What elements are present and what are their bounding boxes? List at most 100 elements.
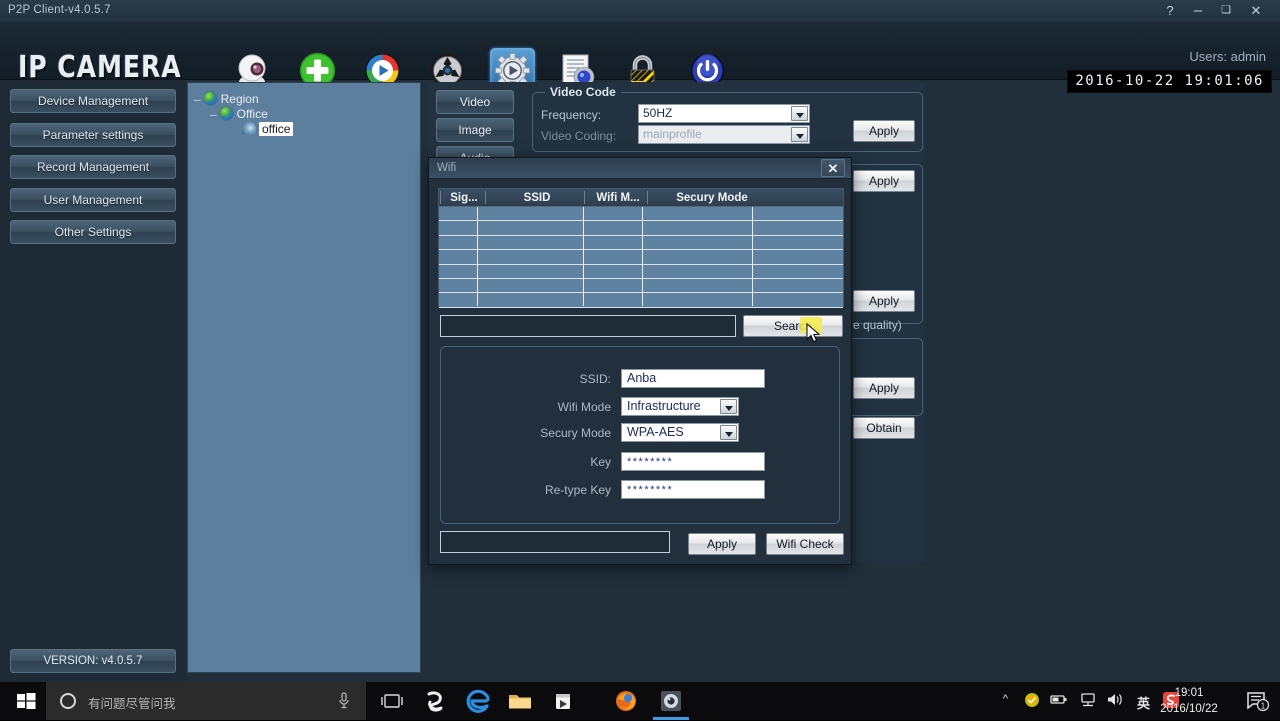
wifi-mode-label: Wifi Mode bbox=[557, 400, 611, 414]
table-row[interactable] bbox=[439, 221, 843, 236]
app-header: IP CAMERA Users: admin 2016-10-22 19:01:… bbox=[0, 22, 1280, 93]
video-coding-select[interactable]: mainprofile bbox=[638, 125, 810, 144]
wifi-apply-button[interactable]: Apply bbox=[688, 533, 756, 555]
table-row[interactable] bbox=[439, 250, 843, 265]
task-view-icon[interactable] bbox=[372, 686, 412, 716]
table-row[interactable] bbox=[439, 235, 843, 251]
wifi-search-button[interactable]: Search bbox=[743, 315, 843, 337]
video-code-apply-button[interactable]: Apply bbox=[853, 120, 915, 142]
wifi-dialog-close-button[interactable]: ✕ bbox=[821, 159, 845, 177]
help-button[interactable]: ? bbox=[1157, 1, 1183, 20]
column-signal[interactable]: Sig... bbox=[443, 192, 485, 204]
wifi-dialog-titlebar: Wifi ✕ bbox=[429, 158, 851, 179]
tree-expander-region[interactable]: – bbox=[194, 93, 201, 106]
notification-center-icon[interactable]: 1 bbox=[1246, 690, 1270, 717]
apply-button-4[interactable]: Apply bbox=[853, 377, 915, 399]
store-icon[interactable] bbox=[543, 686, 583, 716]
security-mode-value: WPA-AES bbox=[627, 425, 684, 439]
windows-taskbar: 有问题尽管问我 ^ 英 19:01 2016/10/22 1 bbox=[0, 682, 1280, 720]
column-wifi-mode[interactable]: Wifi M... bbox=[587, 192, 649, 204]
maximize-button[interactable]: ❑ bbox=[1213, 1, 1239, 20]
security-mode-select[interactable]: WPA-AES bbox=[621, 423, 739, 442]
ssid-input[interactable]: Anba bbox=[621, 369, 765, 388]
globe-icon bbox=[219, 107, 233, 120]
key-input[interactable]: ******** bbox=[621, 452, 765, 471]
wifi-mode-value: Infrastructure bbox=[627, 399, 701, 413]
start-button[interactable] bbox=[6, 686, 46, 716]
sidebar-item-user-management[interactable]: User Management bbox=[10, 188, 176, 212]
volume-icon[interactable] bbox=[1106, 692, 1123, 710]
minimize-button[interactable]: – bbox=[1185, 1, 1211, 20]
microphone-icon[interactable] bbox=[338, 692, 350, 715]
security-mode-label: Secury Mode bbox=[540, 426, 611, 440]
table-row[interactable] bbox=[439, 207, 843, 222]
tree-node-region[interactable]: – Region bbox=[194, 92, 259, 106]
p2p-client-icon[interactable] bbox=[651, 686, 691, 720]
taskbar-clock[interactable]: 19:01 2016/10/22 bbox=[1150, 685, 1228, 717]
battery-icon[interactable] bbox=[1050, 693, 1068, 709]
tab-video[interactable]: Video bbox=[436, 90, 514, 114]
column-ssid[interactable]: SSID bbox=[491, 192, 583, 204]
table-row[interactable] bbox=[439, 293, 843, 308]
camera-device-icon bbox=[242, 122, 256, 135]
show-hidden-icons-chevron-icon[interactable]: ^ bbox=[1003, 693, 1008, 705]
clock-date: 2016/10/22 bbox=[1160, 703, 1218, 715]
cortana-search-box[interactable]: 有问题尽管问我 bbox=[46, 682, 366, 720]
chevron-down-icon[interactable] bbox=[720, 399, 737, 414]
tree-node-office-device[interactable]: office bbox=[242, 122, 294, 136]
tree-node-label: office bbox=[259, 122, 294, 136]
version-label: VERSION: v4.0.5.7 bbox=[10, 649, 176, 673]
sidebar-item-device-management[interactable]: Device Management bbox=[10, 89, 176, 113]
wifi-settings-form: SSID: Anba Wifi Mode Infrastructure Secu… bbox=[440, 346, 840, 524]
tree-node-label: Office bbox=[236, 107, 268, 121]
ssid-label: SSID: bbox=[579, 372, 611, 386]
wifi-search-input[interactable] bbox=[440, 315, 736, 337]
firefox-icon[interactable] bbox=[606, 686, 646, 716]
ime-indicator[interactable]: 英 bbox=[1137, 693, 1150, 712]
column-divider bbox=[752, 207, 753, 306]
application-window: P2P Client-v4.0.5.7 ? – ❑ ✕ IP CAMERA Us… bbox=[0, 0, 1280, 682]
sidebar-item-other-settings[interactable]: Other Settings bbox=[10, 220, 176, 244]
sidebar-item-record-management[interactable]: Record Management bbox=[10, 155, 176, 179]
search-placeholder: 有问题尽管问我 bbox=[88, 697, 176, 711]
chevron-down-icon[interactable] bbox=[720, 425, 737, 440]
wifi-network-table[interactable]: Sig... SSID Wifi M... Secury Mode bbox=[438, 188, 844, 308]
table-row[interactable] bbox=[439, 264, 843, 279]
ssid-value: Anba bbox=[627, 371, 657, 385]
cortana-icon bbox=[60, 693, 76, 709]
wifi-mode-select[interactable]: Infrastructure bbox=[621, 397, 739, 416]
sogou-icon[interactable] bbox=[415, 686, 455, 716]
sidebar-item-parameter-settings[interactable]: Parameter settings bbox=[10, 123, 176, 147]
window-title: P2P Client-v4.0.5.7 bbox=[8, 4, 111, 16]
chevron-down-icon[interactable] bbox=[791, 106, 808, 121]
wifi-table-header: Sig... SSID Wifi M... Secury Mode bbox=[439, 189, 843, 207]
tree-node-label: Region bbox=[220, 92, 259, 106]
network-icon[interactable] bbox=[1080, 693, 1096, 710]
frequency-select[interactable]: 50HZ bbox=[638, 104, 810, 123]
apply-button-3[interactable]: Apply bbox=[853, 290, 915, 312]
wifi-dialog: Wifi ✕ Sig... SSID Wifi M... Secury Mode bbox=[428, 157, 852, 565]
retype-key-input[interactable]: ******** bbox=[621, 480, 765, 499]
table-row[interactable] bbox=[439, 279, 843, 294]
apply-button-2[interactable]: Apply bbox=[853, 170, 915, 192]
security-shield-icon[interactable] bbox=[1024, 692, 1040, 711]
column-divider bbox=[477, 207, 478, 306]
key-value: ******** bbox=[627, 456, 674, 468]
file-explorer-icon[interactable] bbox=[500, 686, 540, 716]
obtain-button[interactable]: Obtain bbox=[853, 417, 915, 439]
tab-image[interactable]: Image bbox=[436, 118, 514, 142]
app-timestamp: 2016-10-22 19:01:06 bbox=[1067, 70, 1272, 93]
wifi-status-input[interactable] bbox=[440, 531, 670, 553]
window-titlebar: P2P Client-v4.0.5.7 ? – ❑ ✕ bbox=[0, 0, 1280, 22]
sidebar: Device Management Parameter settings Rec… bbox=[0, 80, 186, 682]
retype-key-value: ******** bbox=[627, 484, 674, 496]
tree-node-office[interactable]: – Office bbox=[210, 107, 268, 121]
edge-icon[interactable] bbox=[459, 686, 499, 716]
column-divider bbox=[583, 207, 584, 306]
chevron-down-icon[interactable] bbox=[791, 127, 808, 142]
tree-expander-office[interactable]: – bbox=[210, 108, 217, 121]
video-coding-value: mainprofile bbox=[643, 127, 702, 141]
column-security-mode[interactable]: Secury Mode bbox=[653, 192, 771, 204]
wifi-check-button[interactable]: Wifi Check bbox=[766, 533, 844, 555]
close-button[interactable]: ✕ bbox=[1243, 1, 1269, 20]
